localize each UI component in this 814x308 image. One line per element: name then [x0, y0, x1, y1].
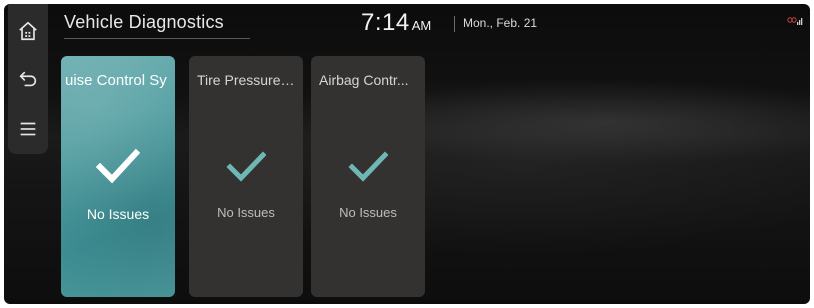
home-icon [19, 21, 37, 41]
card-status: No Issues [86, 206, 150, 222]
menu-button[interactable] [8, 112, 48, 146]
check-icon [96, 148, 140, 184]
card-title: Airbag Contr... [319, 72, 409, 88]
clock: 7:14 AM [361, 9, 431, 37]
back-button[interactable] [8, 62, 48, 96]
card-status: No Issues [217, 205, 275, 220]
screen: Vehicle Diagnostics 7:14 AM Mon., Feb. 21… [4, 4, 810, 304]
home-button[interactable] [8, 14, 48, 48]
card-title: uise Control Sy [65, 72, 167, 89]
date-label: Mon., Feb. 21 [463, 16, 538, 30]
diagnostic-card-tire-pressure[interactable]: Tire Pressure ... No Issues [189, 56, 303, 297]
title-divider [64, 38, 250, 39]
check-icon [348, 151, 388, 182]
signal-icon [787, 17, 803, 25]
page-title: Vehicle Diagnostics [64, 12, 224, 32]
clock-time: 7:14 [361, 9, 410, 36]
card-status: No Issues [339, 205, 397, 220]
date-divider [454, 16, 455, 32]
diagnostic-card-airbag-control[interactable]: Airbag Contr... No Issues [311, 56, 425, 297]
diagnostic-card-cruise-control[interactable]: uise Control Sy No Issues [61, 56, 175, 297]
card-title: Tire Pressure ... [197, 72, 295, 88]
clock-ampm: AM [411, 18, 432, 33]
nav-rail [8, 4, 48, 154]
back-icon [19, 71, 37, 87]
check-icon [226, 151, 266, 182]
menu-icon [20, 122, 36, 136]
